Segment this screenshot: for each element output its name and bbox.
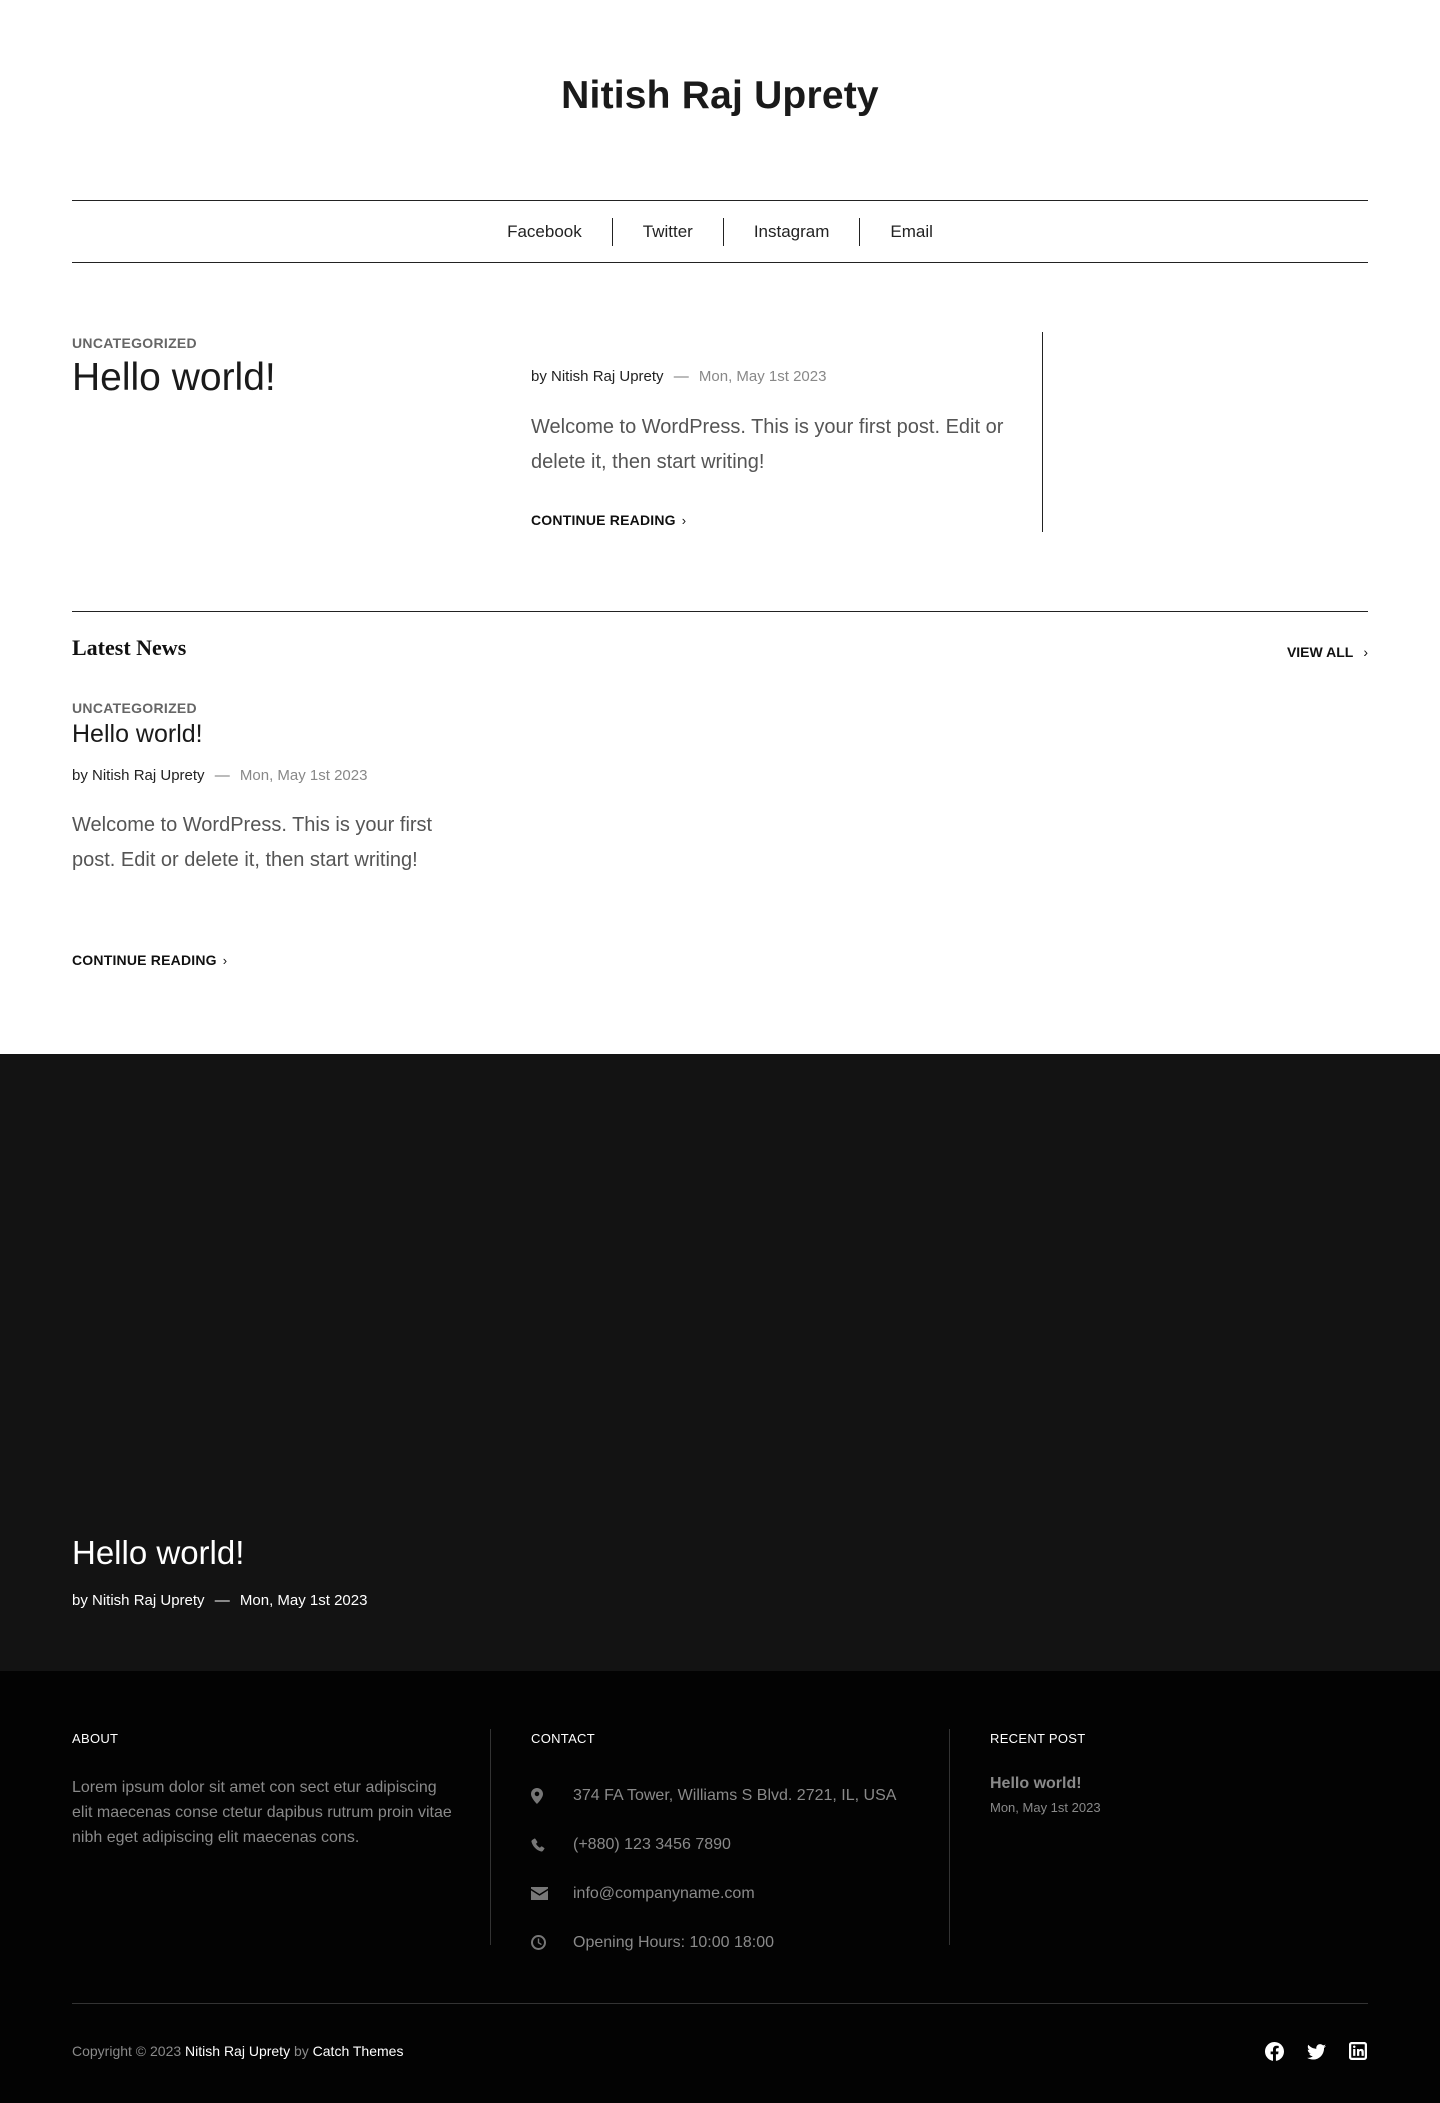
- hero-post-title[interactable]: Hello world!: [72, 1534, 244, 1572]
- contact-address: 374 FA Tower, Williams S Blvd. 2721, IL,…: [531, 1771, 951, 1820]
- view-all-label: VIEW ALL: [1286, 644, 1354, 660]
- phone-icon: [531, 1838, 573, 1852]
- post-title[interactable]: Hello world!: [72, 356, 276, 400]
- post-date[interactable]: Mon, May 1st 2023: [699, 368, 827, 385]
- byline-prefix: by: [531, 368, 547, 385]
- contact-text[interactable]: info@companyname.com: [573, 1885, 755, 1903]
- contact-text[interactable]: (+880) 123 3456 7890: [573, 1836, 731, 1854]
- footer-rule: [72, 2003, 1368, 2004]
- byline-prefix: by: [72, 767, 88, 784]
- footer-heading: ABOUT: [72, 1731, 119, 1746]
- continue-reading-label: CONTINUE READING: [72, 952, 217, 968]
- contact-phone: (+880) 123 3456 7890: [531, 1820, 951, 1869]
- envelope-icon: [531, 1887, 573, 1900]
- map-marker-icon: [531, 1787, 573, 1804]
- latest-news-section: Latest News VIEW ALL › UNCATEGORIZED Hell…: [72, 611, 1368, 1054]
- post-author[interactable]: Nitish Raj Uprety: [92, 1592, 205, 1609]
- meta-separator: —: [214, 767, 230, 784]
- linkedin-icon[interactable]: [1348, 2041, 1368, 2065]
- site-footer: ABOUT Lorem ipsum dolor sit amet con sec…: [0, 1671, 1440, 2103]
- post-meta: by Nitish Raj Uprety — Mon, May 1st 2023: [72, 767, 367, 784]
- post-category[interactable]: UNCATEGORIZED: [72, 700, 197, 716]
- copyright-site-link[interactable]: Nitish Raj Uprety: [185, 2043, 290, 2059]
- byline-prefix: by: [72, 1592, 88, 1609]
- footer-heading: RECENT POST: [990, 1731, 1086, 1746]
- section-title: Latest News: [72, 635, 187, 660]
- copyright-prefix: Copyright © 2023: [72, 2043, 182, 2059]
- footer-heading: CONTACT: [531, 1731, 595, 1746]
- post-author[interactable]: Nitish Raj Uprety: [92, 767, 205, 784]
- social-menu: Facebook Twitter Instagram Email: [72, 200, 1368, 263]
- copyright-by: by: [293, 2043, 309, 2059]
- hero-post-meta: by Nitish Raj Uprety — Mon, May 1st 2023: [72, 1592, 367, 1609]
- social-link-email[interactable]: Email: [860, 218, 963, 246]
- post-date[interactable]: Mon, May 1st 2023: [240, 767, 368, 784]
- chevron-right-icon: ›: [222, 953, 228, 968]
- about-text: Lorem ipsum dolor sit amet con sect etur…: [72, 1779, 452, 1846]
- vertical-divider: [1042, 332, 1043, 532]
- contact-list: 374 FA Tower, Williams S Blvd. 2721, IL,…: [531, 1771, 951, 1967]
- continue-reading-link[interactable]: CONTINUE READING ›: [72, 952, 227, 968]
- continue-reading-label: CONTINUE READING: [531, 512, 676, 528]
- footer-divider: [490, 1729, 491, 1945]
- continue-reading-link[interactable]: CONTINUE READING ›: [531, 512, 686, 528]
- social-link-twitter[interactable]: Twitter: [613, 218, 723, 246]
- post-date[interactable]: Mon, May 1st 2023: [240, 1592, 368, 1609]
- clock-icon: [531, 1935, 573, 1950]
- twitter-icon[interactable]: [1306, 2042, 1326, 2065]
- site-header: Nitish Raj Uprety: [0, 0, 1440, 200]
- footer-social-links: [1264, 2041, 1368, 2066]
- post-excerpt: Welcome to WordPress. This is your first…: [531, 416, 1004, 473]
- copyright: Copyright © 2023 Nitish Raj Uprety by Ca…: [72, 2043, 403, 2059]
- meta-separator: —: [214, 1592, 230, 1609]
- featured-post: UNCATEGORIZED Hello world! by Nitish Raj…: [72, 330, 1368, 535]
- site-title[interactable]: Nitish Raj Uprety: [0, 74, 1440, 118]
- footer-about: ABOUT Lorem ipsum dolor sit amet con sec…: [72, 1731, 472, 1850]
- post-category[interactable]: UNCATEGORIZED: [72, 335, 197, 351]
- facebook-icon[interactable]: [1264, 2041, 1284, 2066]
- contact-email: info@companyname.com: [531, 1869, 951, 1918]
- footer-divider: [949, 1729, 950, 1945]
- chevron-right-icon: ›: [681, 513, 687, 528]
- post-meta: by Nitish Raj Uprety — Mon, May 1st 2023: [531, 368, 826, 385]
- social-link-facebook[interactable]: Facebook: [477, 218, 612, 246]
- footer-contact: CONTACT 374 FA Tower, Williams S Blvd. 2…: [531, 1731, 951, 1967]
- contact-text: Opening Hours: 10:00 18:00: [573, 1933, 775, 1951]
- recent-post-date: Mon, May 1st 2023: [990, 1800, 1101, 1815]
- social-link-instagram[interactable]: Instagram: [724, 218, 860, 246]
- recent-post-title[interactable]: Hello world!: [990, 1775, 1368, 1793]
- hero-post: Hello world! by Nitish Raj Uprety — Mon,…: [0, 1054, 1440, 1671]
- post-author[interactable]: Nitish Raj Uprety: [551, 368, 664, 385]
- footer-recent-posts: RECENT POST Hello world! Mon, May 1st 20…: [990, 1731, 1368, 1815]
- contact-text: 374 FA Tower, Williams S Blvd. 2721, IL,…: [573, 1786, 897, 1804]
- post-title[interactable]: Hello world!: [72, 720, 203, 749]
- meta-separator: —: [673, 368, 689, 385]
- contact-hours: Opening Hours: 10:00 18:00: [531, 1918, 951, 1967]
- view-all-link[interactable]: VIEW ALL ›: [1287, 644, 1368, 660]
- theme-author-link[interactable]: Catch Themes: [313, 2043, 404, 2059]
- post-excerpt: Welcome to WordPress. This is your first…: [72, 814, 433, 871]
- chevron-right-icon: ›: [1363, 644, 1368, 660]
